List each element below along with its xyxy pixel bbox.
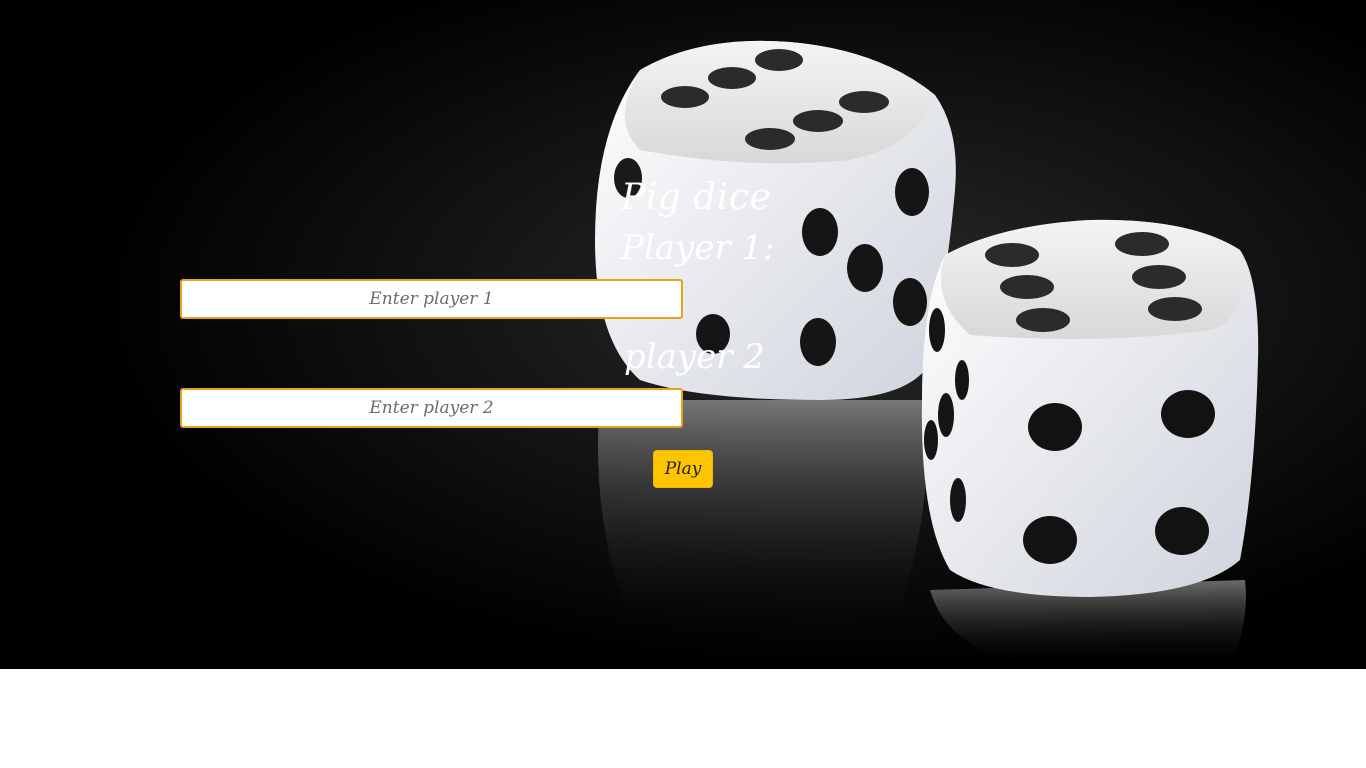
play-button[interactable]: Play xyxy=(653,450,713,488)
player-1-input[interactable] xyxy=(180,279,683,319)
die-reflection-1 xyxy=(598,400,928,638)
player-1-label: Player 1: xyxy=(621,228,775,268)
player-2-label: player 2 xyxy=(624,337,765,377)
die-2 xyxy=(921,219,1259,597)
hero-section: Pig dice Player 1: player 2 Play xyxy=(0,0,1366,669)
page-title: Pig dice xyxy=(621,177,772,218)
player-2-input[interactable] xyxy=(180,388,683,428)
